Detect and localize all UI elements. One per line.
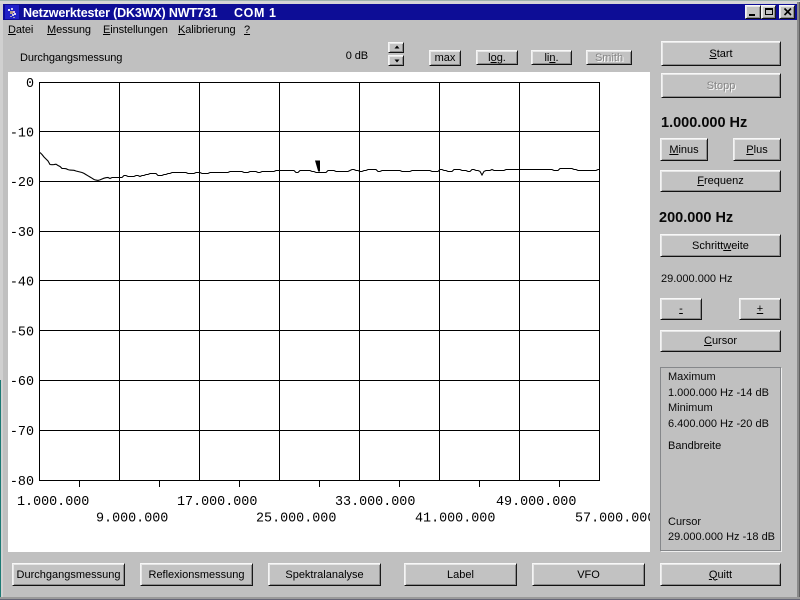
- svg-text:25.000.000: 25.000.000: [256, 512, 336, 527]
- svg-text:57.000.000: 57.000.000: [575, 512, 650, 527]
- svg-text:33.000.000: 33.000.000: [335, 495, 415, 510]
- svg-text:17.000.000: 17.000.000: [177, 495, 257, 510]
- svg-text:0: 0: [26, 77, 34, 92]
- svg-text:49.000.000: 49.000.000: [496, 495, 576, 510]
- svg-text:-60: -60: [10, 375, 34, 390]
- svg-text:9.000.000: 9.000.000: [96, 512, 168, 527]
- svg-text:1.000.000: 1.000.000: [17, 495, 89, 510]
- svg-text:-30: -30: [10, 226, 34, 241]
- svg-text:-20: -20: [10, 176, 34, 191]
- svg-text:-80: -80: [10, 475, 34, 490]
- svg-text:-40: -40: [10, 276, 34, 291]
- svg-text:-10: -10: [10, 127, 34, 142]
- svg-text:-50: -50: [10, 326, 34, 341]
- svg-text:41.000.000: 41.000.000: [415, 512, 495, 527]
- svg-text:-70: -70: [10, 425, 34, 440]
